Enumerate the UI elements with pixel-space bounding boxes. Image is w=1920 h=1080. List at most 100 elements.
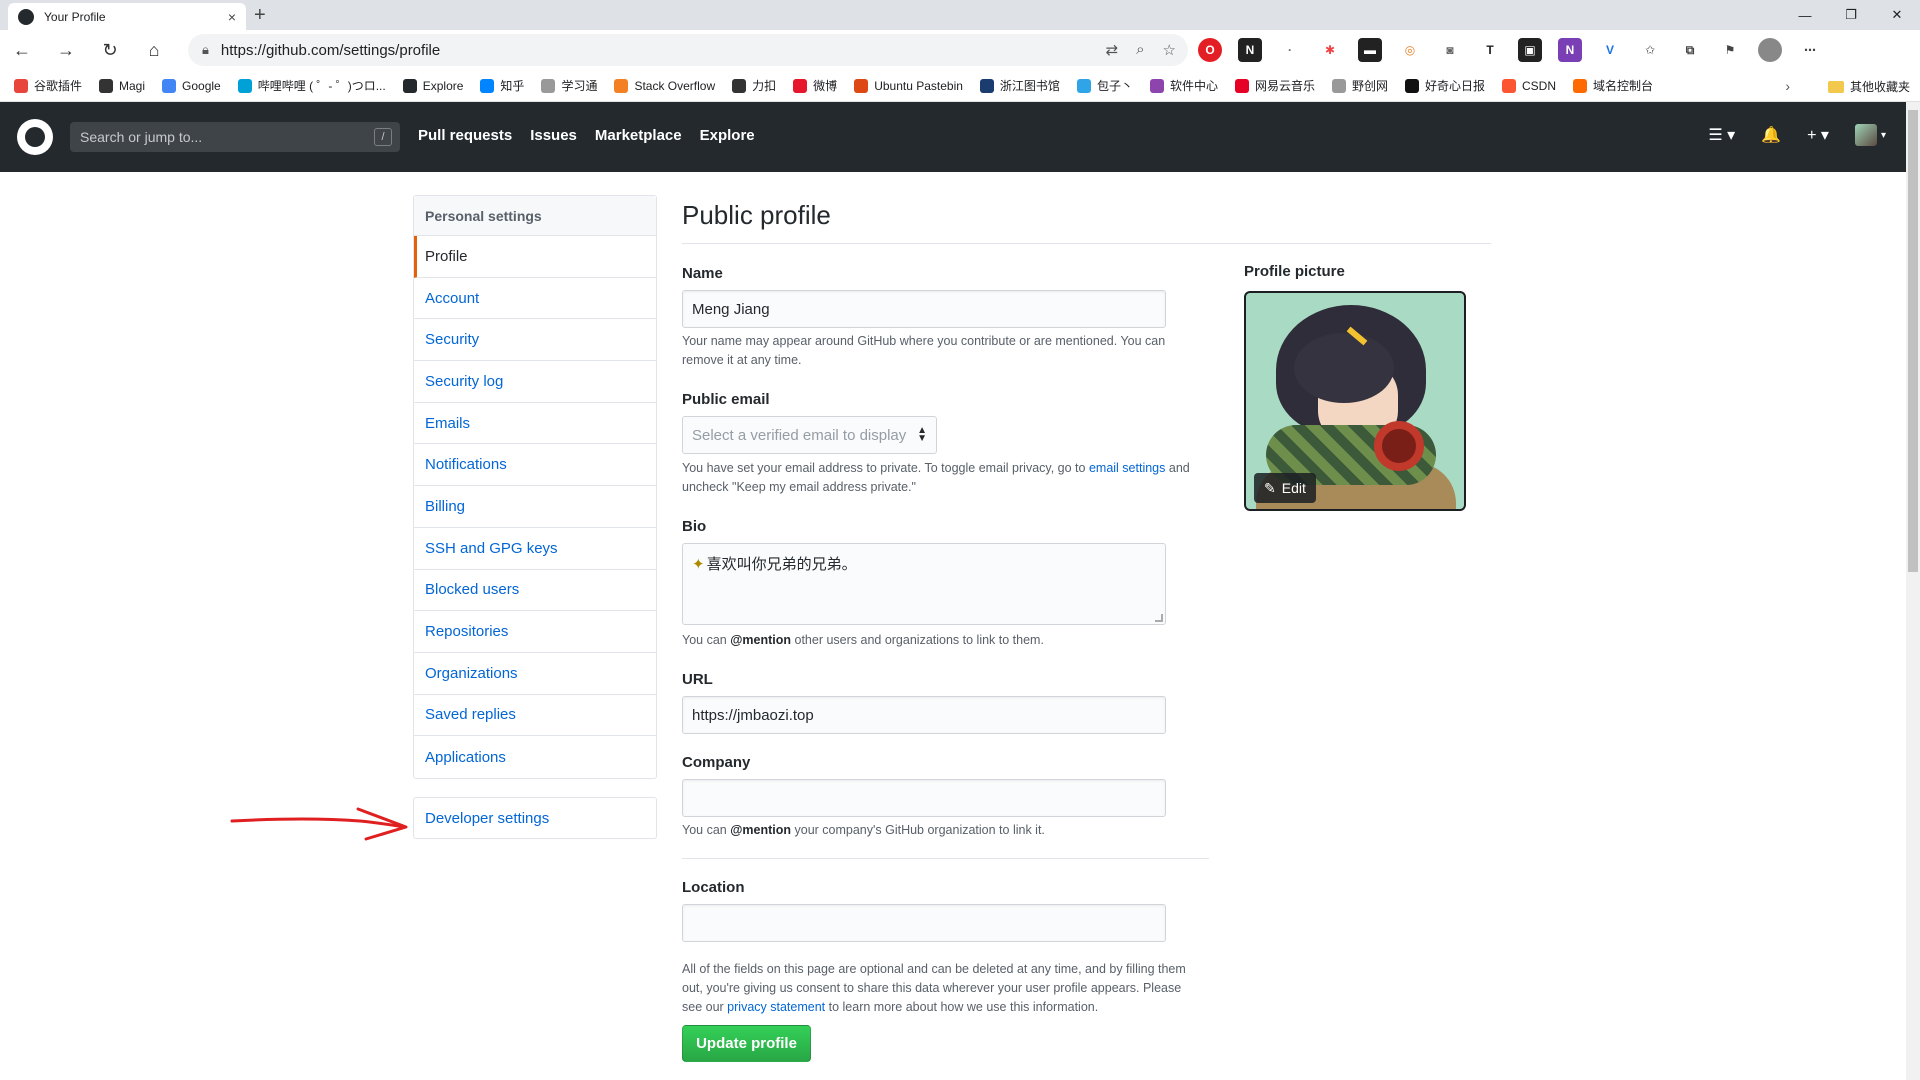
favorites-icon[interactable]: ✩	[1638, 38, 1662, 62]
nav-marketplace[interactable]: Marketplace	[595, 127, 682, 144]
forward-icon[interactable]: →	[44, 30, 88, 70]
bookmark-item[interactable]: Ubuntu Pastebin	[854, 78, 963, 93]
extension-icon-9[interactable]: ▣	[1518, 38, 1542, 62]
bookmark-item[interactable]: Explore	[402, 78, 463, 93]
edit-picture-button[interactable]: ✎ Edit	[1254, 473, 1316, 503]
sidebar-item-security[interactable]: Security	[414, 319, 656, 362]
company-note: You can @mention your company's GitHub o…	[682, 823, 1045, 837]
address-bar[interactable]: 🔒︎ https://github.com/settings/profile ⇄…	[188, 34, 1188, 66]
camera-icon[interactable]: ◙	[1438, 38, 1462, 62]
resize-handle[interactable]	[1155, 614, 1163, 622]
extension-icon-5[interactable]: ▬	[1358, 38, 1382, 62]
bookmark-item[interactable]: Google	[162, 78, 221, 93]
notification-bell-icon[interactable]: 🔔	[1761, 125, 1781, 145]
bookmark-item[interactable]: 好奇心日报	[1405, 77, 1485, 94]
text-icon[interactable]: T	[1478, 38, 1502, 62]
onenote-icon[interactable]: N	[1558, 38, 1582, 62]
new-tab-button[interactable]: +	[254, 4, 266, 27]
nav-issues[interactable]: Issues	[530, 127, 577, 144]
extension-icon-2[interactable]: N	[1238, 38, 1262, 62]
sidebar-item-repositories[interactable]: Repositories	[414, 611, 656, 653]
reload-icon[interactable]: ↻	[88, 30, 132, 70]
user-menu[interactable]: ▾	[1854, 124, 1886, 146]
bookmark-item[interactable]: 域名控制台	[1573, 77, 1653, 94]
sidebar-item-blocked-users[interactable]: Blocked users	[414, 570, 656, 612]
bio-textarea[interactable]: ✦ 喜欢叫你兄弟的兄弟。	[682, 543, 1166, 625]
favorite-star-icon[interactable]: ☆	[1163, 41, 1176, 59]
close-window-button[interactable]: ✕	[1874, 0, 1920, 30]
extension-icon-4[interactable]: ✱	[1318, 38, 1342, 62]
sidebar-item-billing[interactable]: Billing	[414, 486, 656, 528]
bookmark-item[interactable]: 知乎	[480, 77, 524, 94]
bookmark-item[interactable]: 浙江图书馆	[979, 77, 1060, 94]
github-header: Search or jump to... / Pull requests Iss…	[0, 102, 1906, 172]
sidebar-item-ssh-gpg-keys[interactable]: SSH and GPG keys	[414, 528, 656, 570]
page-scrollbar[interactable]	[1906, 102, 1920, 1080]
location-input[interactable]	[682, 904, 1166, 942]
public-email-select[interactable]: Select a verified email to display ▲ ▼	[682, 416, 937, 454]
github-logo-icon[interactable]	[17, 119, 53, 155]
bookmark-item[interactable]: 野创网	[1331, 77, 1388, 94]
extension-icon-3[interactable]: ·	[1278, 38, 1302, 62]
bookmark-item[interactable]: CSDN	[1502, 78, 1556, 93]
bookmark-icon	[1573, 78, 1588, 93]
sidebar-item-account[interactable]: Account	[414, 278, 656, 320]
restore-button[interactable]: ❐	[1828, 0, 1874, 30]
extension-icon-11[interactable]: V	[1598, 38, 1622, 62]
bookmark-icon	[99, 78, 114, 93]
bookmark-item[interactable]: 网易云音乐	[1234, 77, 1315, 94]
email-settings-link[interactable]: email settings	[1089, 461, 1165, 475]
bookmarks-more-icon[interactable]: ›	[1785, 78, 1790, 94]
bookmark-item[interactable]: 微博	[793, 77, 837, 94]
select-caret-icon: ▲ ▼	[917, 425, 927, 444]
create-new-icon[interactable]: + ▾	[1807, 125, 1829, 145]
browser-tab[interactable]: Your Profile ×	[8, 3, 246, 30]
sidebar-item-saved-replies[interactable]: Saved replies	[414, 695, 656, 737]
url-input[interactable]: https://jmbaozi.top	[682, 696, 1166, 734]
scrollbar-thumb[interactable]	[1908, 110, 1918, 572]
lock-icon: 🔒︎	[202, 42, 209, 57]
update-profile-button[interactable]: Update profile	[682, 1025, 811, 1062]
bookmark-item[interactable]: Stack Overflow	[614, 78, 715, 93]
zoom-icon[interactable]: ⌕	[1136, 41, 1144, 59]
privacy-statement-link[interactable]: privacy statement	[727, 1000, 825, 1014]
opera-extension-icon[interactable]: O	[1198, 38, 1222, 62]
share-icon[interactable]: ⚑	[1718, 38, 1742, 62]
bookmark-item[interactable]: 学习通	[541, 77, 597, 94]
collections-icon[interactable]: ⧉	[1678, 38, 1702, 62]
name-label: Name	[682, 265, 723, 282]
name-input[interactable]: Meng Jiang	[682, 290, 1166, 328]
bookmark-item[interactable]: Magi	[99, 78, 145, 93]
sidebar-item-emails[interactable]: Emails	[414, 403, 656, 445]
profile-picture-label: Profile picture	[1244, 263, 1345, 280]
sidebar-item-applications[interactable]: Applications	[414, 736, 656, 778]
nav-explore[interactable]: Explore	[700, 127, 755, 144]
company-input[interactable]	[682, 779, 1166, 817]
translate-icon[interactable]: ⇄	[1106, 41, 1119, 59]
sidebar-item-organizations[interactable]: Organizations	[414, 653, 656, 695]
menu-icon[interactable]: ☰ ▾	[1708, 125, 1735, 145]
company-label: Company	[682, 754, 751, 771]
bookmark-icon	[1405, 78, 1419, 93]
browser-profile-icon[interactable]	[1758, 38, 1782, 62]
sidebar-item-developer-settings[interactable]: Developer settings	[413, 797, 657, 839]
tab-close-icon[interactable]: ×	[228, 9, 236, 25]
more-options-icon[interactable]: ⋯	[1798, 38, 1822, 62]
extension-icon-6[interactable]: ◎	[1398, 38, 1422, 62]
nav-pull-requests[interactable]: Pull requests	[418, 127, 512, 144]
back-icon[interactable]: ←	[0, 30, 44, 70]
bookmark-item[interactable]: 包子丶	[1076, 77, 1133, 94]
sidebar-item-profile[interactable]: Profile	[414, 236, 656, 278]
bookmark-item[interactable]: 谷歌插件	[14, 77, 82, 94]
bookmark-item[interactable]: 软件中心	[1149, 77, 1218, 94]
other-bookmarks-folder[interactable]: 其他收藏夹	[1827, 78, 1910, 95]
sidebar-item-notifications[interactable]: Notifications	[414, 444, 656, 487]
bookmark-icon	[979, 78, 994, 93]
search-input[interactable]: Search or jump to... /	[70, 122, 400, 152]
sidebar-item-security-log[interactable]: Security log	[414, 361, 656, 403]
minimize-button[interactable]: —	[1782, 0, 1828, 30]
home-icon[interactable]: ⌂	[132, 30, 176, 70]
bio-value: 喜欢叫你兄弟的兄弟。	[706, 556, 857, 573]
bookmark-item[interactable]: 哔哩哔哩 ( ゜- ゜)つロ...	[237, 77, 386, 94]
bookmark-item[interactable]: 力扣	[732, 77, 776, 94]
